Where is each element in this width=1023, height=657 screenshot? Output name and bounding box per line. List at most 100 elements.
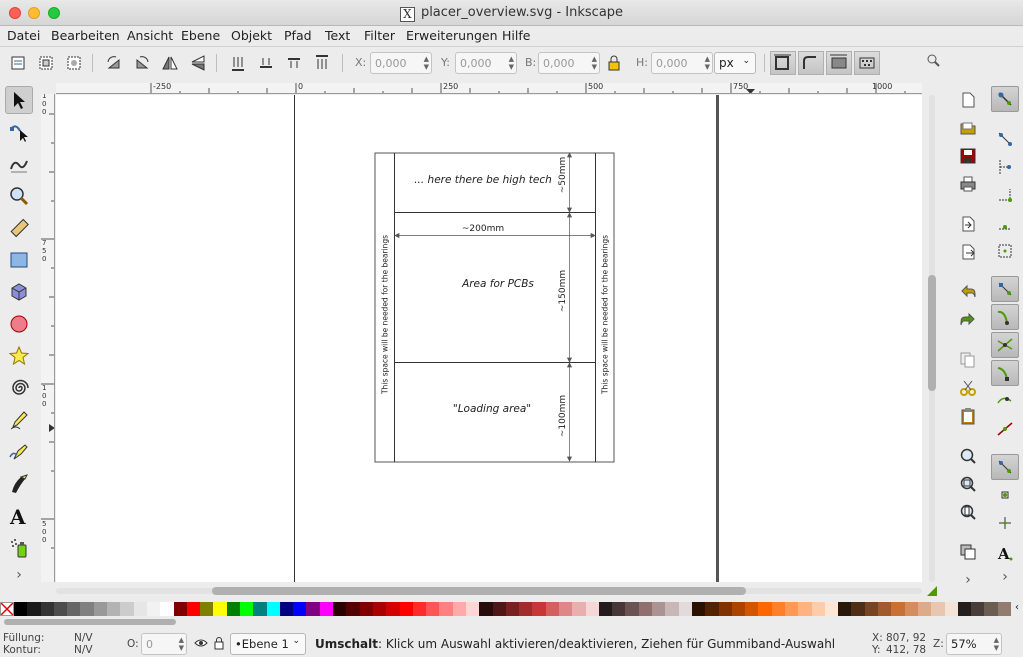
more-snap-button[interactable]: › xyxy=(991,568,1019,586)
middle-dimension-label[interactable]: ~150mm xyxy=(558,251,568,331)
snap-rotation-centers-button[interactable] xyxy=(991,510,1019,536)
redo-button[interactable] xyxy=(956,308,980,332)
vertical-scrollbar[interactable] xyxy=(926,95,938,582)
color-swatch[interactable] xyxy=(359,602,374,616)
transform-gradients-toggle[interactable] xyxy=(826,51,852,75)
color-swatch[interactable] xyxy=(479,602,494,616)
height-field[interactable]: ▲▼ xyxy=(651,52,713,74)
color-swatch[interactable] xyxy=(904,602,919,616)
layer-select[interactable]: •Ebene 1 ⌄ xyxy=(230,633,306,655)
zoom-field[interactable]: ▲▼ xyxy=(946,633,1002,655)
menu-ansicht[interactable]: Ansicht xyxy=(127,28,173,43)
select-all-button[interactable] xyxy=(8,53,28,73)
scroll-thumb[interactable] xyxy=(928,275,936,391)
spin-arrows-icon[interactable]: ▲ ▼ xyxy=(424,55,429,71)
toggle-visibility-button[interactable] xyxy=(194,637,208,652)
calligraphy-tool[interactable] xyxy=(5,470,33,498)
color-swatch[interactable] xyxy=(93,602,108,616)
color-swatch[interactable] xyxy=(146,602,161,616)
color-swatch[interactable] xyxy=(971,602,985,616)
color-swatch[interactable] xyxy=(333,602,347,616)
top-area-label[interactable]: ... here there be high tech xyxy=(396,174,570,186)
color-swatch[interactable] xyxy=(625,602,640,616)
color-swatch[interactable] xyxy=(173,602,188,616)
spin-arrows-icon[interactable]: ▲ ▼ xyxy=(705,55,710,71)
color-swatch[interactable] xyxy=(638,602,653,616)
color-swatch[interactable] xyxy=(519,602,533,616)
snap-bbox-center-button[interactable] xyxy=(991,238,1019,264)
color-swatch[interactable] xyxy=(80,602,95,616)
copy-button[interactable] xyxy=(956,348,980,372)
color-swatch[interactable] xyxy=(598,602,613,616)
snap-others-button[interactable] xyxy=(991,454,1019,480)
color-swatch[interactable] xyxy=(200,602,214,616)
x-input[interactable] xyxy=(371,53,431,73)
flip-vertical-button[interactable] xyxy=(188,53,208,73)
color-swatch[interactable] xyxy=(745,602,759,616)
snap-bbox-button[interactable] xyxy=(991,126,1019,152)
color-swatch[interactable] xyxy=(691,602,706,616)
snap-text-baseline-button[interactable]: A xyxy=(991,540,1019,566)
color-swatch[interactable] xyxy=(372,602,387,616)
new-document-button[interactable] xyxy=(956,88,980,112)
scale-stroke-toggle[interactable] xyxy=(770,51,796,75)
spin-arrows-icon[interactable]: ▲ ▼ xyxy=(994,636,999,652)
snap-intersections-button[interactable] xyxy=(991,332,1019,358)
layout-drawing[interactable] xyxy=(374,152,615,463)
palette-menu-button[interactable]: ‹ xyxy=(1011,602,1023,616)
scroll-thumb[interactable] xyxy=(4,619,176,625)
fill-value[interactable]: N/V xyxy=(74,632,93,644)
tweak-tool[interactable] xyxy=(5,150,33,178)
print-button[interactable] xyxy=(956,172,980,196)
scroll-thumb[interactable] xyxy=(212,587,746,595)
y-field[interactable]: ▲▼ xyxy=(455,52,517,74)
star-tool[interactable] xyxy=(5,342,33,370)
color-swatch[interactable] xyxy=(53,602,68,616)
menu-ebene[interactable]: Ebene xyxy=(181,28,220,43)
import-button[interactable] xyxy=(956,212,980,236)
color-swatch[interactable] xyxy=(505,602,520,616)
color-swatch[interactable] xyxy=(824,602,839,616)
color-swatch[interactable] xyxy=(306,602,321,616)
color-swatch[interactable] xyxy=(266,602,281,616)
color-swatch[interactable] xyxy=(160,602,174,616)
horizontal-ruler[interactable]: -250 0 250 500 750 1000 xyxy=(56,83,922,94)
drawing-canvas[interactable]: ... here there be high tech ~200mm Area … xyxy=(56,95,922,582)
zoom-page-button[interactable] xyxy=(956,500,980,524)
bottom-dimension-label[interactable]: ~100mm xyxy=(558,376,568,456)
color-swatch[interactable] xyxy=(731,602,746,616)
toggle-lock-button[interactable] xyxy=(213,636,225,653)
menu-hilfe[interactable]: Hilfe xyxy=(502,28,530,43)
color-swatch[interactable] xyxy=(279,602,294,616)
snap-paths-button[interactable] xyxy=(991,304,1019,330)
pcb-area-label[interactable]: Area for PCBs xyxy=(396,278,600,290)
color-swatch[interactable] xyxy=(678,602,693,616)
measure-tool[interactable] xyxy=(5,214,33,242)
color-swatch[interactable] xyxy=(785,602,799,616)
vertical-ruler[interactable]: 100 750 100 500 xyxy=(41,94,55,582)
color-swatch[interactable] xyxy=(120,602,135,616)
snap-object-midpoints-button[interactable] xyxy=(991,482,1019,508)
spiral-tool[interactable] xyxy=(5,374,33,402)
spin-arrows-icon[interactable]: ▲ ▼ xyxy=(179,636,184,652)
lower-button[interactable] xyxy=(256,53,276,73)
menu-objekt[interactable]: Objekt xyxy=(231,28,272,43)
cut-button[interactable] xyxy=(956,376,980,400)
spin-arrows-icon[interactable]: ▲ ▼ xyxy=(509,55,514,71)
color-swatch[interactable] xyxy=(452,602,467,616)
color-swatch[interactable] xyxy=(572,602,587,616)
color-swatch[interactable] xyxy=(213,602,228,616)
color-swatch[interactable] xyxy=(652,602,666,616)
top-dimension-label[interactable]: ~50mm xyxy=(558,135,568,215)
snap-smooth-nodes-button[interactable] xyxy=(991,388,1019,414)
color-swatch[interactable] xyxy=(758,602,773,616)
menu-filter[interactable]: Filter xyxy=(364,28,395,43)
color-swatch[interactable] xyxy=(585,602,600,616)
color-swatch[interactable] xyxy=(399,602,414,616)
zoom-drawing-button[interactable] xyxy=(956,472,980,496)
color-swatch[interactable] xyxy=(984,602,999,616)
undo-button[interactable] xyxy=(956,280,980,304)
palette-scrollbar[interactable] xyxy=(0,618,1023,628)
color-swatch[interactable] xyxy=(226,602,241,616)
rotate-ccw-button[interactable] xyxy=(104,53,124,73)
